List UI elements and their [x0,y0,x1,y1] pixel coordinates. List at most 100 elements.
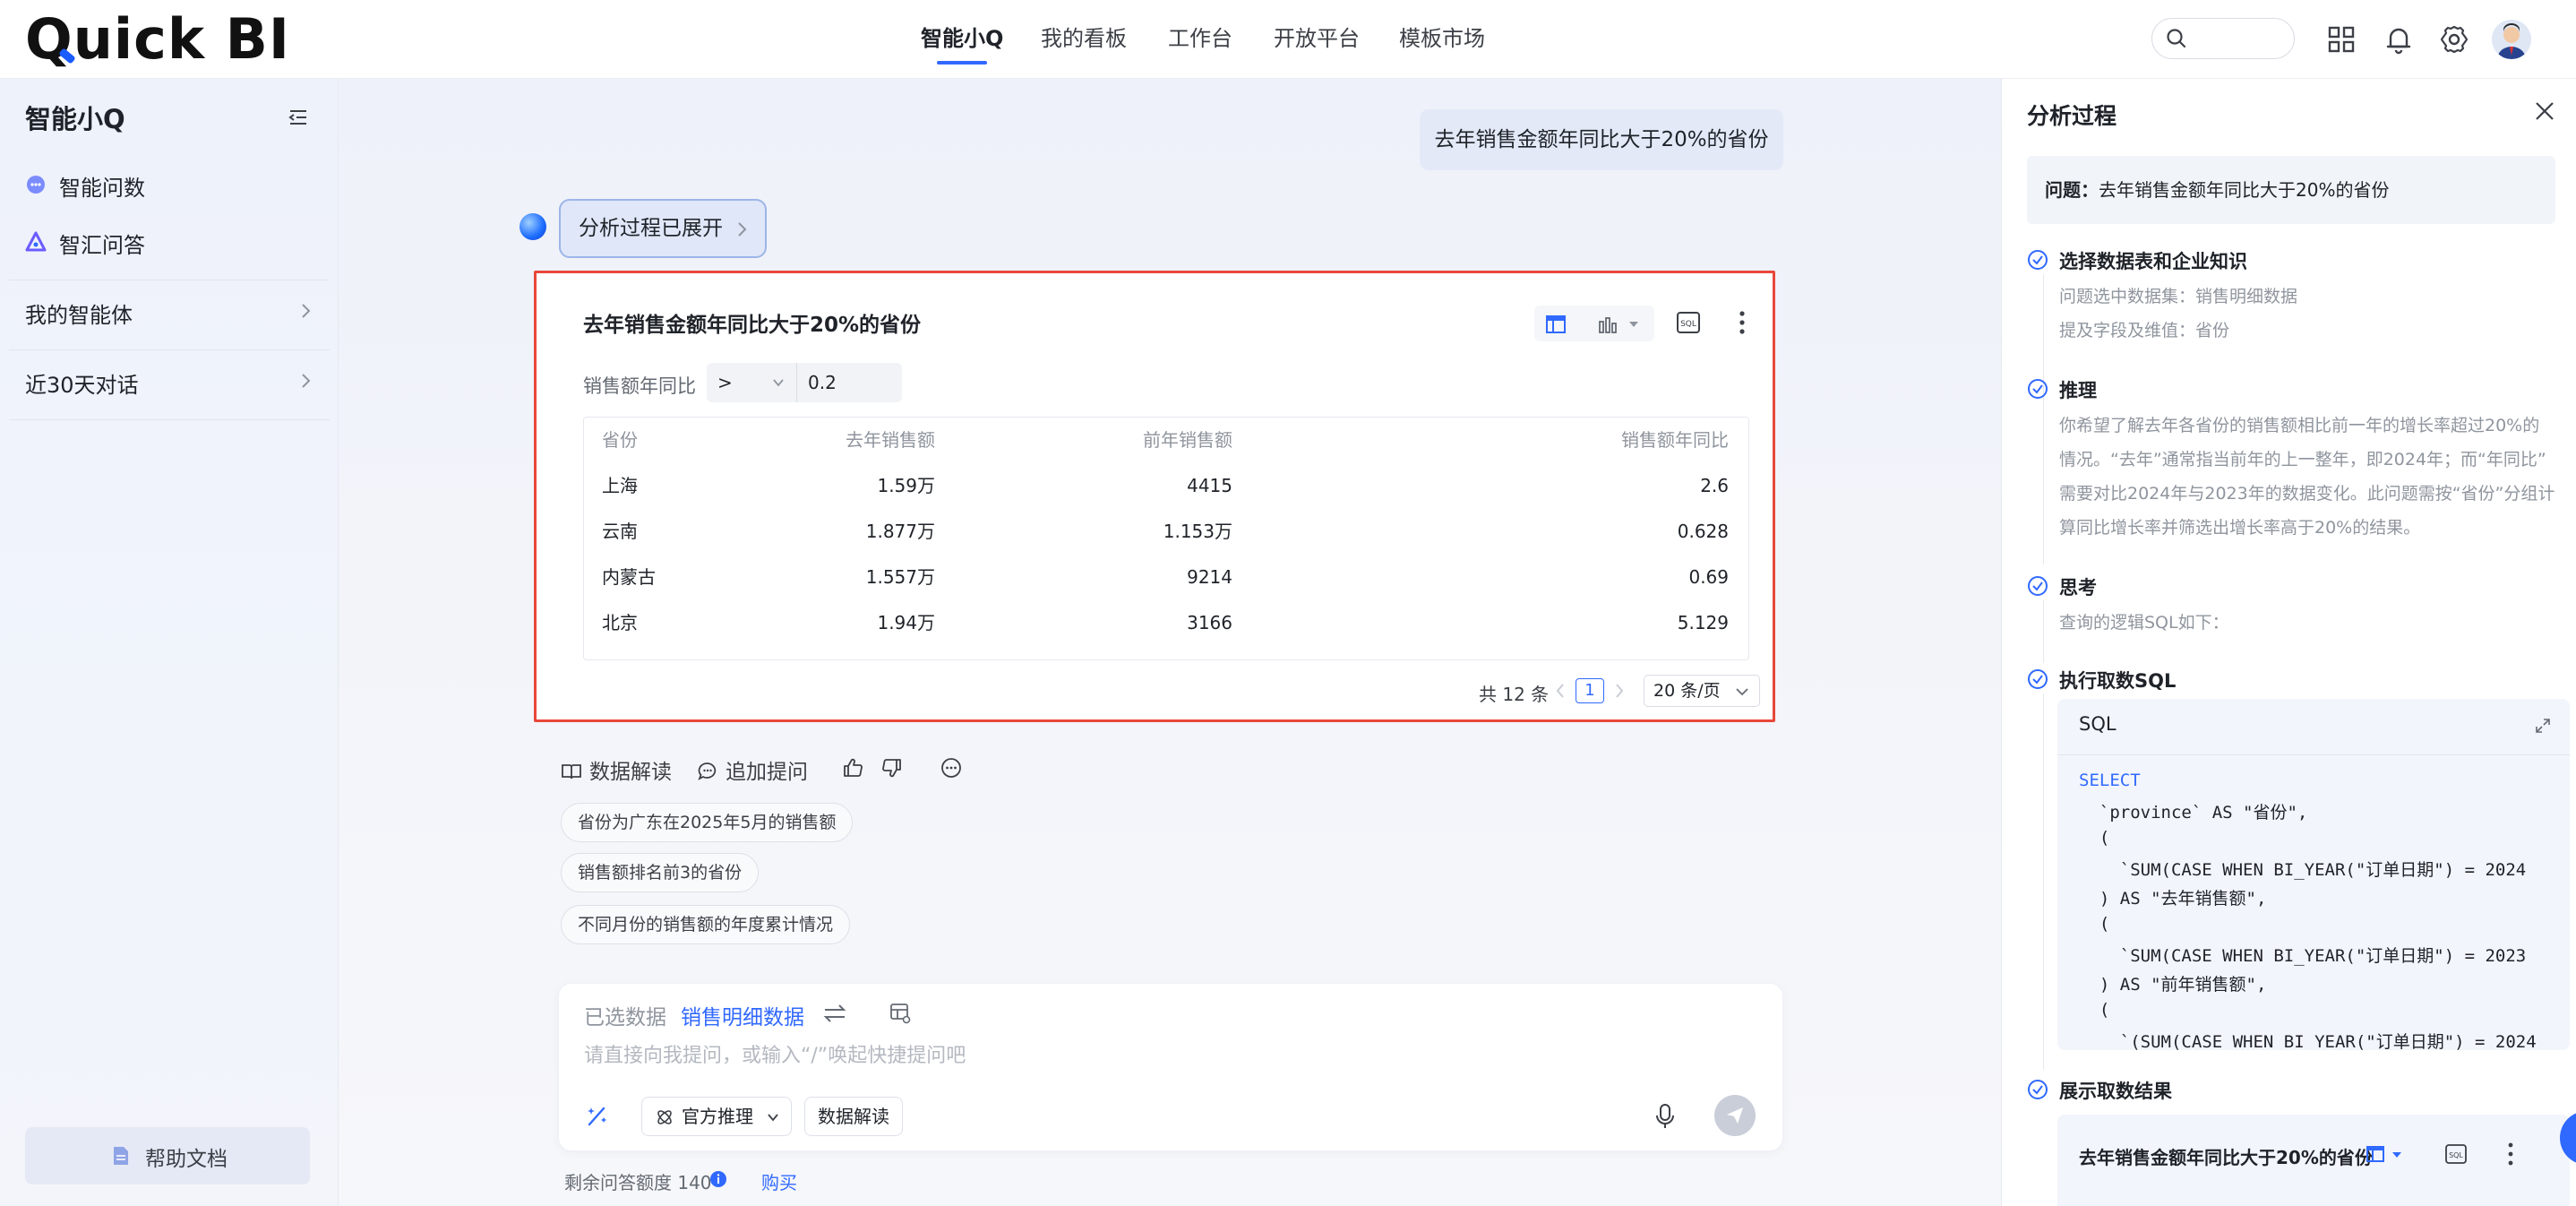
column-header[interactable]: 销售额年同比 [1621,418,1729,463]
send-icon [1727,1107,1743,1124]
table-header-row: 省份 去年销售额 前年销售额 销售额年同比 [584,418,1748,463]
selected-data-label: 已选数据 [584,1006,666,1029]
caret-down-icon[interactable] [2391,1150,2403,1159]
tab-my-dashboard[interactable]: 我的看板 [1041,23,1127,59]
table-row[interactable]: 内蒙古 1.557万 9214 0.69 [584,555,1748,600]
suggestion-chip[interactable]: 不同月份的销售额的年度累计情况 [561,905,851,944]
microphone-icon[interactable] [1653,1102,1677,1131]
book-open-icon [562,764,581,780]
bell-icon[interactable] [2381,22,2417,57]
result-preview-title: 去年销售金额年同比大于20%的省份 [2079,1147,2373,1168]
view-switcher[interactable] [1534,306,1654,341]
gear-icon[interactable] [2436,22,2472,57]
sidebar-section-recent-chats[interactable]: 近30天对话 [25,367,139,399]
tab-template-market[interactable]: 模板市场 [1399,23,1485,59]
apps-grid-icon[interactable] [2323,22,2359,57]
table-cell: 2.6 [1700,475,1729,496]
dataset-link[interactable]: 销售明细数据 [681,1000,804,1030]
sql-line: `province` AS "省份", [2079,803,2308,823]
pager-total: 共 12 条 [1479,684,1550,705]
expand-icon[interactable] [2534,717,2552,735]
thumbs-up-icon[interactable] [842,757,863,779]
table-row[interactable]: 四川 1.405万 4845 2.085 [584,646,1748,659]
user-avatar[interactable] [2492,20,2531,59]
follow-up-button[interactable]: 追加提问 [697,754,808,785]
chevron-right-icon [738,222,747,237]
step-detail: 算同比增长率并筛选出增长率高于20%的结果。 [2059,518,2421,538]
follow-up-label: 追加提问 [726,761,808,784]
thumbs-down-icon[interactable] [881,757,903,779]
search-input[interactable] [2151,18,2295,59]
step-detail: 问题选中数据集：销售明细数据 [2059,287,2298,306]
prev-page-icon[interactable] [1554,682,1567,700]
check-circle-icon [2028,379,2048,399]
table-row[interactable]: 云南 1.877万 1.153万 0.628 [584,509,1748,555]
next-page-icon[interactable] [1613,682,1626,700]
magic-wand-icon[interactable] [584,1102,611,1129]
chevron-right-icon[interactable] [296,301,315,321]
more-horizontal-icon[interactable] [940,757,962,779]
filter-value-input[interactable]: 0.2 [796,363,902,402]
column-header[interactable]: 省份 [602,418,638,463]
table-cell: 上海 [602,475,638,496]
sidebar-divider [9,349,330,350]
table-view-icon[interactable] [2366,1145,2385,1163]
sidebar-section-my-agents[interactable]: 我的智能体 [25,297,133,329]
panel-title: 分析过程 [2027,103,2117,129]
tab-workbench[interactable]: 工作台 [1168,23,1232,59]
info-icon[interactable] [709,1170,727,1188]
close-icon[interactable] [2530,97,2559,125]
user-question-bubble: 去年销售金额年同比大于20%的省份 [1420,109,1783,170]
more-vertical-icon[interactable] [2505,1141,2516,1167]
step-connector [2043,403,2044,564]
card-title: 去年销售金额年同比大于20%的省份 [583,314,922,337]
sql-line: ) AS "前年销售额", [2079,975,2267,995]
table-row[interactable]: 上海 1.59万 4415 2.6 [584,463,1748,509]
chevron-right-icon[interactable] [296,371,315,391]
table-cell: 9214 [1187,566,1232,588]
more-vertical-icon[interactable] [1737,309,1747,336]
caret-down-icon[interactable] [1627,320,1640,329]
table-cell: 四川 [602,646,638,659]
step-detail: 提及字段及维值：省份 [2059,321,2230,340]
help-docs-button[interactable]: 帮助文档 [25,1127,310,1184]
table-settings-icon[interactable] [889,1002,912,1025]
column-header[interactable]: 前年销售额 [1143,418,1232,463]
suggestion-chip[interactable]: 销售额排名前3的省份 [561,853,760,892]
filter-operator-select[interactable]: > [707,363,796,402]
sidebar-item-label: 智能问数 [59,176,145,201]
column-header[interactable]: 去年销售额 [846,418,935,463]
table-row[interactable]: 北京 1.94万 3166 5.129 [584,600,1748,646]
sql-label: SQL [2079,713,2117,735]
collapse-sidebar-icon[interactable] [287,106,310,129]
step-connector [2043,693,2044,1070]
current-page-button[interactable]: 1 [1576,678,1604,703]
sql-icon[interactable]: SQL [2444,1143,2468,1165]
chat-composer: 已选数据 销售明细数据 请直接向我提问，或输入“/”唤起快捷提问吧 官方推理 数… [559,984,1782,1150]
bar-chart-view-icon[interactable] [1597,314,1620,334]
analysis-expanded-pill[interactable]: 分析过程已展开 [559,199,767,258]
table-cell: 内蒙古 [602,566,656,588]
sql-line: ( [2079,1000,2110,1020]
tab-smart-q[interactable]: 智能小Q [921,23,1003,65]
swap-icon[interactable] [822,1002,847,1025]
quick-bi-logo[interactable]: Quick BI [25,11,290,68]
chevron-down-icon [1736,688,1748,696]
suggestion-chip[interactable]: 省份为广东在2025年5月的销售额 [561,803,854,842]
data-interpret-chip[interactable]: 数据解读 [804,1097,903,1136]
tab-open-platform[interactable]: 开放平台 [1274,23,1360,59]
step-title: 选择数据表和企业知识 [2059,251,2247,272]
table-view-icon[interactable] [1545,314,1567,334]
chevron-down-icon [773,379,784,387]
page-size-select[interactable]: 20 条/页 [1644,675,1760,707]
analysis-panel: 分析过程 问题：去年销售金额年同比大于20%的省份 选择数据表和企业知识 问题选… [2001,79,2576,1206]
table-cell: 1.405万 [866,646,935,659]
chevron-down-icon [768,1114,778,1122]
send-button[interactable] [1714,1095,1756,1136]
official-reasoning-select[interactable]: 官方推理 [641,1097,792,1136]
question-input[interactable]: 请直接向我提问，或输入“/”唤起快捷提问吧 [584,1039,966,1068]
sql-icon[interactable]: SQL [1676,311,1701,334]
buy-link[interactable]: 购买 [761,1168,797,1194]
data-interpret-button[interactable]: 数据解读 [561,754,672,785]
sidebar-item-label: 智汇问答 [59,233,145,258]
